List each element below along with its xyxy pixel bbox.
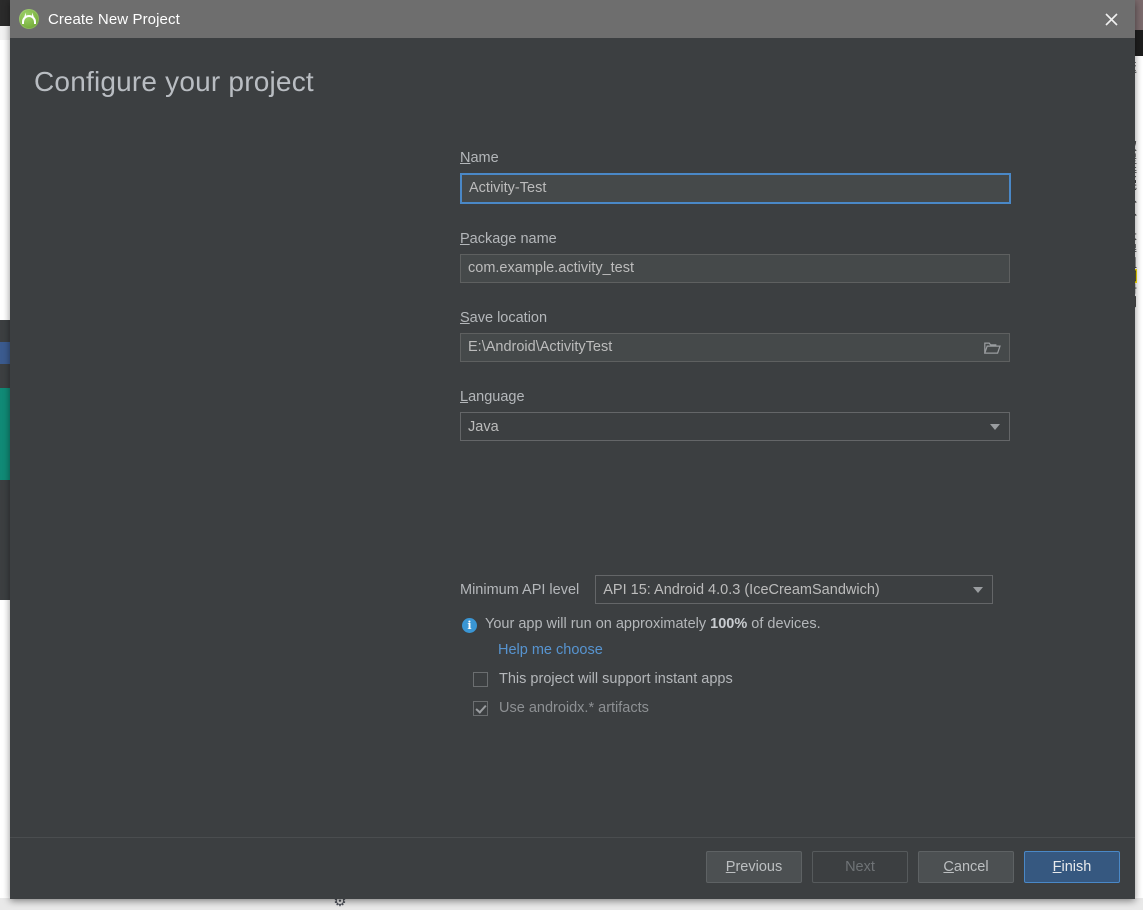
cancel-button[interactable]: Cancel [918, 851, 1014, 883]
finish-button[interactable]: Finish [1024, 851, 1120, 883]
close-icon[interactable] [1088, 0, 1135, 38]
dialog-body: Configure your project Name Activity-Tes… [10, 38, 1135, 899]
save-location-input[interactable]: E:\Android\ActivityTest [460, 333, 1010, 362]
create-new-project-dialog: Create New Project Configure your projec… [10, 0, 1135, 899]
previous-button-label: Previous [725, 859, 783, 875]
folder-icon[interactable] [983, 341, 1001, 354]
dialog-titlebar: Create New Project [10, 0, 1135, 38]
name-input[interactable]: Activity-Test [460, 173, 1011, 204]
language-select[interactable]: Java [460, 412, 1010, 441]
info-text-before: Your app will run on approximately [485, 616, 711, 632]
language-label-rest: anguage [468, 389, 525, 405]
package-name-label-mnemonic: P [460, 231, 470, 247]
android-studio-icon [19, 9, 39, 29]
page-title: Configure your project [34, 66, 314, 97]
dialog-button-row: Previous Next Cancel Finish [706, 851, 1120, 883]
package-name-input[interactable]: com.example.activity_test [460, 254, 1010, 283]
help-me-choose-link[interactable]: Help me choose [498, 642, 603, 658]
next-button-label: Next [845, 859, 875, 875]
dialog-title: Create New Project [48, 10, 180, 28]
package-name-input-value: com.example.activity_test [468, 260, 635, 277]
minimum-api-row: Minimum API level API 15: Android 4.0.3 … [460, 575, 994, 604]
minimum-api-label: Minimum API level [460, 581, 580, 598]
save-location-label-rest: ave location [469, 310, 548, 326]
language-label-mnemonic: L [460, 389, 469, 405]
project-form: Name Activity-Test Package name com.exam… [460, 150, 1020, 441]
name-label: Name [460, 150, 1020, 166]
name-input-value: Activity-Test [469, 180, 547, 197]
name-label-mnemonic: N [460, 150, 471, 166]
package-name-label: Package name [460, 231, 1020, 247]
previous-button[interactable]: Previous [706, 851, 802, 883]
minimum-api-select-value: API 15: Android 4.0.3 (IceCreamSandwich) [603, 581, 880, 598]
device-coverage-text: Your app will run on approximately 100% … [485, 616, 821, 632]
save-location-input-value: E:\Android\ActivityTest [468, 339, 613, 356]
info-icon: i [462, 618, 477, 633]
save-location-label-mnemonic: S [460, 310, 470, 326]
androidx-label: Use androidx.* artifacts [499, 700, 649, 716]
androidx-checkbox-row[interactable]: Use androidx.* artifacts [473, 700, 649, 716]
androidx-checkbox[interactable] [473, 700, 488, 716]
device-coverage-info: i Your app will run on approximately 100… [462, 616, 821, 633]
language-label: Language [460, 389, 1020, 405]
info-percent: 100% [710, 616, 748, 632]
chevron-down-icon [973, 586, 984, 593]
minimum-api-select[interactable]: API 15: Android 4.0.3 (IceCreamSandwich) [595, 575, 994, 604]
info-text-after: of devices. [747, 616, 821, 632]
save-location-label: Save location [460, 310, 1020, 326]
dialog-footer: Previous Next Cancel Finish [10, 837, 1135, 899]
finish-button-label: Finish [1052, 859, 1092, 875]
instant-apps-checkbox[interactable] [473, 671, 488, 687]
instant-apps-checkbox-row[interactable]: This project will support instant apps [473, 671, 733, 687]
language-select-value: Java [468, 418, 499, 435]
chevron-down-icon [990, 423, 1000, 430]
background-bottom-bar [0, 898, 1143, 910]
next-button: Next [812, 851, 908, 883]
package-name-label-rest: ackage name [469, 231, 557, 247]
instant-apps-label: This project will support instant apps [499, 671, 733, 687]
name-label-rest: ame [470, 150, 499, 166]
cancel-button-label: Cancel [943, 859, 989, 875]
